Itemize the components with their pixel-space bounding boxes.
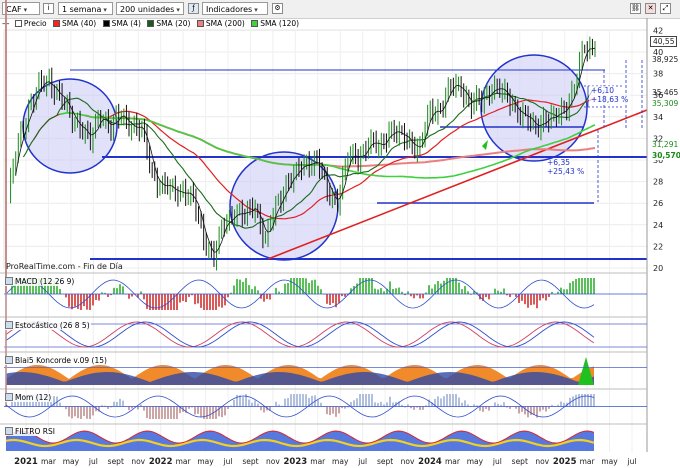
x-tick-label: jul — [627, 457, 637, 466]
x-tick-label: sept — [108, 457, 124, 466]
mom-panel-label[interactable]: Mom (12) — [4, 393, 53, 402]
x-tick-label: may — [332, 457, 349, 466]
price-tag: 35,309 — [652, 99, 679, 108]
measure-delta: +6,10 — [589, 86, 616, 95]
x-tick-label: 2025 — [553, 457, 577, 467]
panel-toggle-icon — [5, 393, 13, 401]
panel-toggle-icon — [5, 321, 13, 329]
x-tick-label: may — [63, 457, 80, 466]
x-tick-label: may — [197, 457, 214, 466]
y-tick-label: 26 — [653, 199, 663, 208]
price-tag: 35,465 — [652, 88, 679, 97]
macd-panel-label[interactable]: MACD (12 26 9) — [4, 277, 76, 286]
x-tick-label: mar — [41, 457, 57, 466]
x-tick-label: may — [467, 457, 484, 466]
x-tick-label: mar — [176, 457, 192, 466]
panel-title: Mom (12) — [15, 393, 52, 402]
panel-title: FILTRO RSI — [15, 427, 55, 436]
measure-delta: +6,35 — [547, 158, 570, 167]
x-tick-label: nov — [401, 457, 415, 466]
panel-toggle-icon — [5, 277, 13, 285]
y-tick-label: 20 — [653, 264, 663, 273]
price-tag-last: 40,55 — [650, 36, 678, 47]
y-tick-label: 22 — [653, 242, 663, 251]
x-tick-label: may — [601, 457, 618, 466]
x-tick-label: sept — [512, 457, 528, 466]
brand-footer: ProRealTime.com - Fin de Día — [6, 262, 123, 271]
x-axis-ticks: 2021 mar may jul sept nov 2022 mar may jul sept nov… — [14, 457, 636, 467]
price-tag: 38,925 — [652, 55, 679, 64]
x-tick-label: mar — [310, 457, 326, 466]
x-tick-label: sept — [377, 457, 393, 466]
x-tick-label: mar — [580, 457, 596, 466]
y-tick-label: 38 — [653, 70, 663, 79]
y-tick-label: 24 — [653, 221, 663, 230]
highlight-circle — [480, 54, 588, 162]
x-tick-label: jul — [357, 457, 367, 466]
stoch-k-line — [5, 321, 595, 348]
price-tag: 31,291 — [652, 140, 679, 149]
x-tick-label: 2021 — [14, 457, 38, 467]
price-chart[interactable]: 424038363432302826242220 2021 mar may jul se… — [0, 0, 680, 468]
x-tick-label: 2023 — [283, 457, 307, 467]
y-tick-label: 28 — [653, 178, 663, 187]
stoch-d-line — [5, 321, 595, 348]
y-tick-label: 42 — [653, 26, 663, 35]
x-tick-label: nov — [131, 457, 145, 466]
panel-title: Blai5 Koncorde v.09 (15) — [15, 356, 107, 365]
x-tick-label: jul — [223, 457, 233, 466]
stoch-panel-label[interactable]: Estocástico (26 8 5) — [4, 321, 91, 330]
panel-toggle-icon — [5, 427, 13, 435]
measure-percent: +18,63 % — [589, 95, 631, 104]
panel-toggle-icon — [5, 356, 13, 364]
measure-percent: +25,43 % — [547, 167, 585, 176]
x-tick-label: sept — [242, 457, 258, 466]
x-tick-label: nov — [535, 457, 549, 466]
panel-title: Estocástico (26 8 5) — [15, 321, 90, 330]
x-tick-label: 2024 — [418, 457, 442, 467]
x-tick-label: nov — [266, 457, 280, 466]
rsi-panel-label[interactable]: FILTRO RSI — [4, 427, 56, 436]
blai-panel-label[interactable]: Blai5 Koncorde v.09 (15) — [4, 356, 108, 365]
x-tick-label: jul — [88, 457, 98, 466]
x-tick-label: jul — [492, 457, 502, 466]
x-tick-label: 2022 — [149, 457, 173, 467]
y-tick-label: 34 — [653, 113, 663, 122]
price-tag: 30,570 — [650, 151, 680, 160]
panel-title: MACD (12 26 9) — [15, 277, 75, 286]
x-tick-label: mar — [445, 457, 461, 466]
